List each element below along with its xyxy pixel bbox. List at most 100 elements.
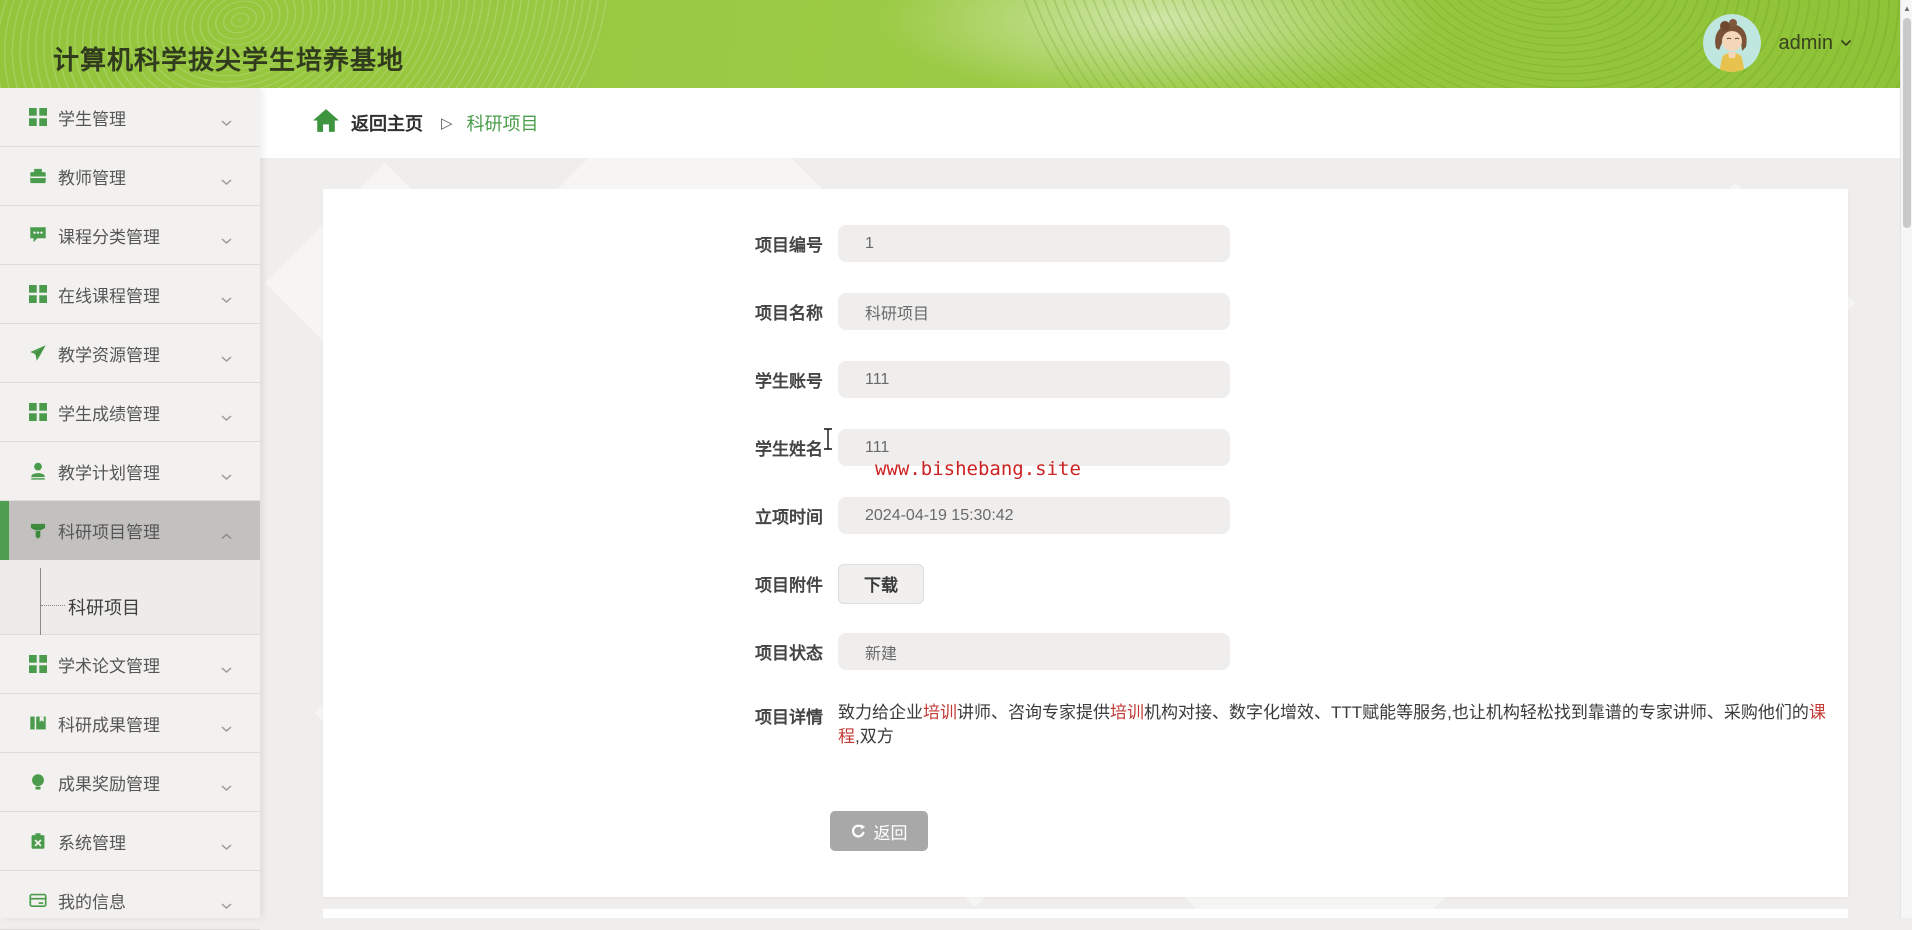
sidebar-item-academic-paper-mgmt[interactable]: 学术论文管理	[0, 635, 260, 694]
button-row: 返回	[323, 811, 1848, 851]
grid-icon	[28, 402, 48, 422]
chevron-down-icon	[221, 350, 232, 368]
chevron-down-icon	[221, 838, 232, 856]
form-row: 项目名称	[323, 293, 1848, 330]
sidebar-nav: 学生管理 教师管理 课程分类管理 在线课程管理 教学资源管理 学生成绩管理 教学…	[0, 88, 260, 918]
project-id-field[interactable]	[838, 225, 1230, 262]
scrollbar-thumb[interactable]	[1903, 18, 1911, 228]
sidebar-item-my-info[interactable]: 我的信息	[0, 871, 260, 930]
next-card-edge	[323, 909, 1848, 918]
field-label: 项目附件	[425, 571, 838, 596]
sidebar-item-label: 系统管理	[58, 829, 126, 854]
user-icon	[28, 461, 48, 481]
page-scrollbar[interactable]: ▲	[1900, 0, 1912, 918]
main-content: 项目编号 项目名称 学生账号 学生姓名 立项时间 项目附件 下载 项目状态	[260, 158, 1900, 918]
sidebar-item-label: 教师管理	[58, 164, 126, 189]
grid-icon	[28, 654, 48, 674]
site-watermark: www.bishebang.site	[875, 458, 1081, 480]
header-glow-decoration	[880, 0, 1440, 88]
chevron-down-icon	[221, 409, 232, 427]
book-icon	[28, 713, 48, 733]
sidebar-item-course-category-mgmt[interactable]: 课程分类管理	[0, 206, 260, 265]
app-header: 计算机科学拔尖学生培养基地 admin	[0, 0, 1912, 88]
form-row: 学生姓名	[323, 429, 1848, 466]
sidebar-item-label: 教学资源管理	[58, 341, 160, 366]
sidebar-item-label: 成果奖励管理	[58, 770, 160, 795]
field-label: 项目状态	[425, 639, 838, 664]
project-name-field[interactable]	[838, 293, 1230, 330]
sidebar-item-achievement-award-mgmt[interactable]: 成果奖励管理	[0, 753, 260, 812]
highlighted-keyword: 培训	[923, 703, 957, 722]
project-date-field[interactable]	[838, 497, 1230, 534]
sidebar-item-teacher-mgmt[interactable]: 教师管理	[0, 147, 260, 206]
clipboard-icon	[28, 831, 48, 851]
sidebar-item-label: 科研成果管理	[58, 711, 160, 736]
sidebar-item-label: 学生成绩管理	[58, 400, 160, 425]
chevron-down-icon	[1840, 39, 1852, 47]
breadcrumb-home-link[interactable]: 返回主页	[351, 110, 423, 136]
chevron-down-icon	[221, 779, 232, 797]
breadcrumb-current-link[interactable]: 科研项目	[467, 110, 539, 136]
field-label: 项目详情	[425, 701, 838, 728]
sidebar-item-label: 学术论文管理	[58, 652, 160, 677]
form-row: 项目编号	[323, 225, 1848, 262]
chevron-down-icon	[221, 897, 232, 915]
user-avatar[interactable]	[1703, 14, 1761, 72]
sidebar-item-system-mgmt[interactable]: 系统管理	[0, 812, 260, 871]
sidebar-item-research-project-mgmt[interactable]: 科研项目管理	[0, 501, 260, 560]
text-cursor	[822, 428, 834, 455]
chevron-down-icon	[221, 291, 232, 309]
sidebar-item-student-score-mgmt[interactable]: 学生成绩管理	[0, 383, 260, 442]
tree-dotted-connector	[41, 605, 65, 606]
form-row: 立项时间	[323, 497, 1848, 534]
sidebar-item-student-mgmt[interactable]: 学生管理	[0, 88, 260, 147]
briefcase-icon	[28, 166, 48, 186]
sidebar-item-label: 教学计划管理	[58, 459, 160, 484]
back-button-label: 返回	[874, 819, 908, 844]
field-label: 学生姓名	[425, 435, 838, 460]
project-detail-text: 致力给企业培训讲师、咨询专家提供培训机构对接、数字化增效、TTT赋能等服务,也让…	[838, 701, 1828, 749]
highlighted-keyword: 培训	[1110, 703, 1144, 722]
app-title: 计算机科学拔尖学生培养基地	[53, 40, 404, 77]
sidebar-item-label: 学生管理	[58, 105, 126, 130]
project-status-field[interactable]	[838, 633, 1230, 670]
field-label: 学生账号	[425, 367, 838, 392]
sidebar-subitem-research-project[interactable]: 科研项目	[0, 560, 260, 635]
chevron-down-icon	[221, 468, 232, 486]
username-menu[interactable]: admin	[1779, 32, 1852, 55]
form-row: 学生账号	[323, 361, 1848, 398]
sidebar-item-teaching-resource-mgmt[interactable]: 教学资源管理	[0, 324, 260, 383]
scrollbar-up-arrow[interactable]: ▲	[1901, 2, 1912, 16]
tree-line	[40, 568, 41, 635]
student-account-field[interactable]	[838, 361, 1230, 398]
home-icon[interactable]	[313, 109, 339, 137]
field-label: 项目编号	[425, 231, 838, 256]
sidebar-item-online-course-mgmt[interactable]: 在线课程管理	[0, 265, 260, 324]
sidebar-item-research-achievement-mgmt[interactable]: 科研成果管理	[0, 694, 260, 753]
refresh-icon	[851, 824, 866, 839]
chevron-down-icon	[221, 232, 232, 250]
form-row: 项目附件 下载	[323, 565, 1848, 602]
chevron-down-icon	[221, 114, 232, 132]
grid-icon	[28, 284, 48, 304]
field-label: 立项时间	[425, 503, 838, 528]
bulb-icon	[28, 772, 48, 792]
breadcrumb-separator: ▷	[441, 114, 453, 132]
chevron-down-icon	[221, 173, 232, 191]
form-row-detail: 项目详情 致力给企业培训讲师、咨询专家提供培训机构对接、数字化增效、TTT赋能等…	[323, 701, 1848, 749]
grid-icon	[28, 107, 48, 127]
sidebar-item-label: 我的信息	[58, 888, 126, 913]
download-button[interactable]: 下载	[838, 564, 924, 604]
username-label: admin	[1779, 32, 1833, 55]
user-box[interactable]: admin	[1703, 14, 1852, 72]
comment-icon	[28, 225, 48, 245]
breadcrumb: 返回主页 ▷ 科研项目	[260, 88, 1900, 158]
sidebar-item-label: 课程分类管理	[58, 223, 160, 248]
chevron-up-icon	[221, 527, 232, 545]
send-icon	[28, 343, 48, 363]
field-label: 项目名称	[425, 299, 838, 324]
back-button[interactable]: 返回	[830, 811, 928, 851]
chevron-down-icon	[221, 720, 232, 738]
detail-card: 项目编号 项目名称 学生账号 学生姓名 立项时间 项目附件 下载 项目状态	[323, 189, 1848, 897]
sidebar-item-teaching-plan-mgmt[interactable]: 教学计划管理	[0, 442, 260, 501]
